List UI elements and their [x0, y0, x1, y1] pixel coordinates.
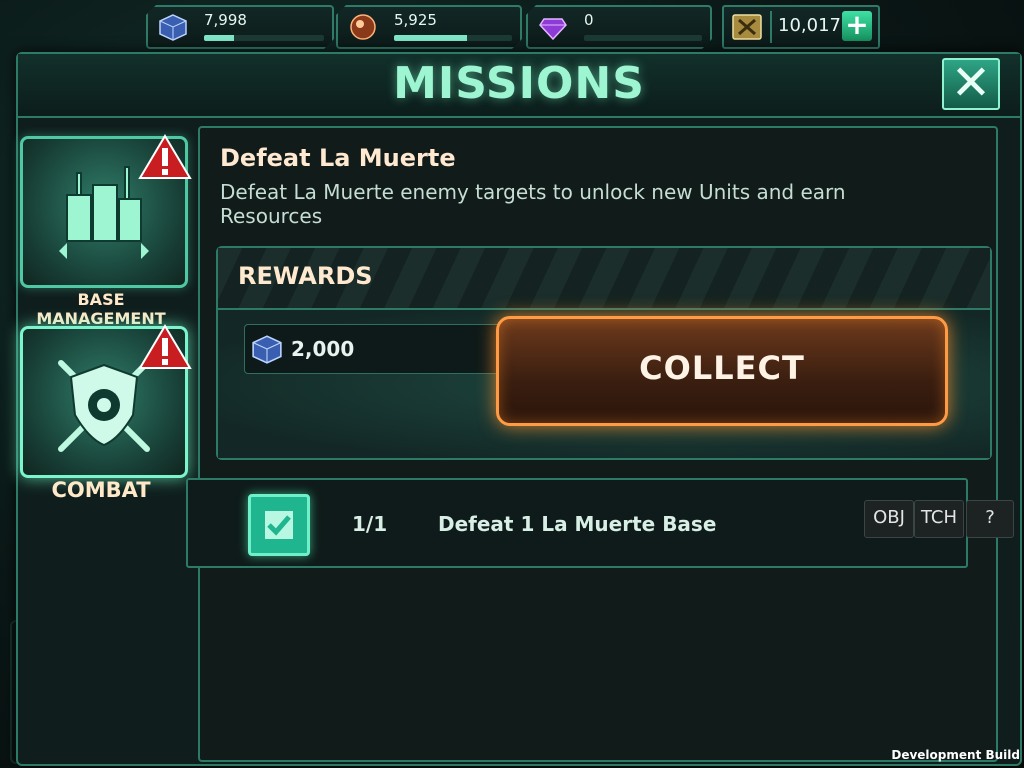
mission-title: Defeat La Muerte	[220, 144, 456, 172]
gems-resource: 0	[526, 5, 712, 49]
objective-progress: 1/1	[352, 512, 388, 536]
cubes-bar-fill	[204, 35, 234, 41]
gem-icon	[538, 13, 568, 41]
gold-separator	[770, 11, 772, 43]
page-title: MISSIONS	[393, 58, 645, 109]
checkmark-icon	[265, 511, 293, 539]
close-button[interactable]: ✕	[942, 58, 1000, 110]
mission-description: Defeat La Muerte enemy targets to unlock…	[220, 180, 846, 228]
mission-detail: Defeat La Muerte Defeat La Muerte enemy …	[198, 126, 998, 762]
alert-icon	[138, 134, 192, 179]
cubes-resource: 7,998	[146, 5, 334, 49]
ore-icon	[348, 13, 378, 41]
cube-icon	[252, 335, 282, 364]
gold-icon	[732, 14, 762, 40]
gold-resource: 10,017 +	[722, 5, 880, 49]
debug-obj-button[interactable]: OBJ	[864, 500, 914, 538]
rewards-label: REWARDS	[238, 262, 373, 290]
rewards-box: REWARDS 2,000 COLLECT	[216, 246, 992, 460]
ore-resource: 5,925	[336, 5, 522, 49]
reward-value: 2,000	[291, 337, 355, 361]
ore-bar	[394, 35, 512, 41]
cubes-bar	[204, 35, 324, 41]
close-icon: ✕	[950, 55, 992, 111]
ore-bar-fill	[394, 35, 467, 41]
rewards-header: REWARDS	[218, 248, 990, 310]
gold-value: 10,017	[778, 15, 841, 36]
add-gold-button[interactable]: +	[842, 11, 872, 41]
rewards-body: 2,000 COLLECT	[218, 310, 990, 458]
debug-help-button[interactable]: ?	[966, 500, 1014, 538]
objective-complete-icon	[248, 494, 310, 556]
gems-bar	[584, 35, 702, 41]
ore-value: 5,925	[394, 11, 437, 29]
title-bar: MISSIONS ✕	[18, 54, 1020, 118]
objective-row: 1/1 Defeat 1 La Muerte Base	[186, 478, 968, 568]
category-label-combat: COMBAT	[51, 478, 151, 502]
objective-text: Defeat 1 La Muerte Base	[438, 512, 717, 536]
missions-panel: MISSIONS ✕ BASE MANAGEMENT COMBAT Defeat…	[16, 52, 1022, 766]
cubes-value: 7,998	[204, 11, 247, 29]
gems-value: 0	[584, 11, 594, 29]
alert-icon	[138, 324, 192, 369]
category-label-base-management: BASE MANAGEMENT	[36, 290, 166, 328]
debug-tch-button[interactable]: TCH	[914, 500, 964, 538]
development-build-label: Development Build	[891, 748, 1020, 762]
cube-icon	[158, 13, 188, 41]
collect-button[interactable]: COLLECT	[496, 316, 948, 426]
